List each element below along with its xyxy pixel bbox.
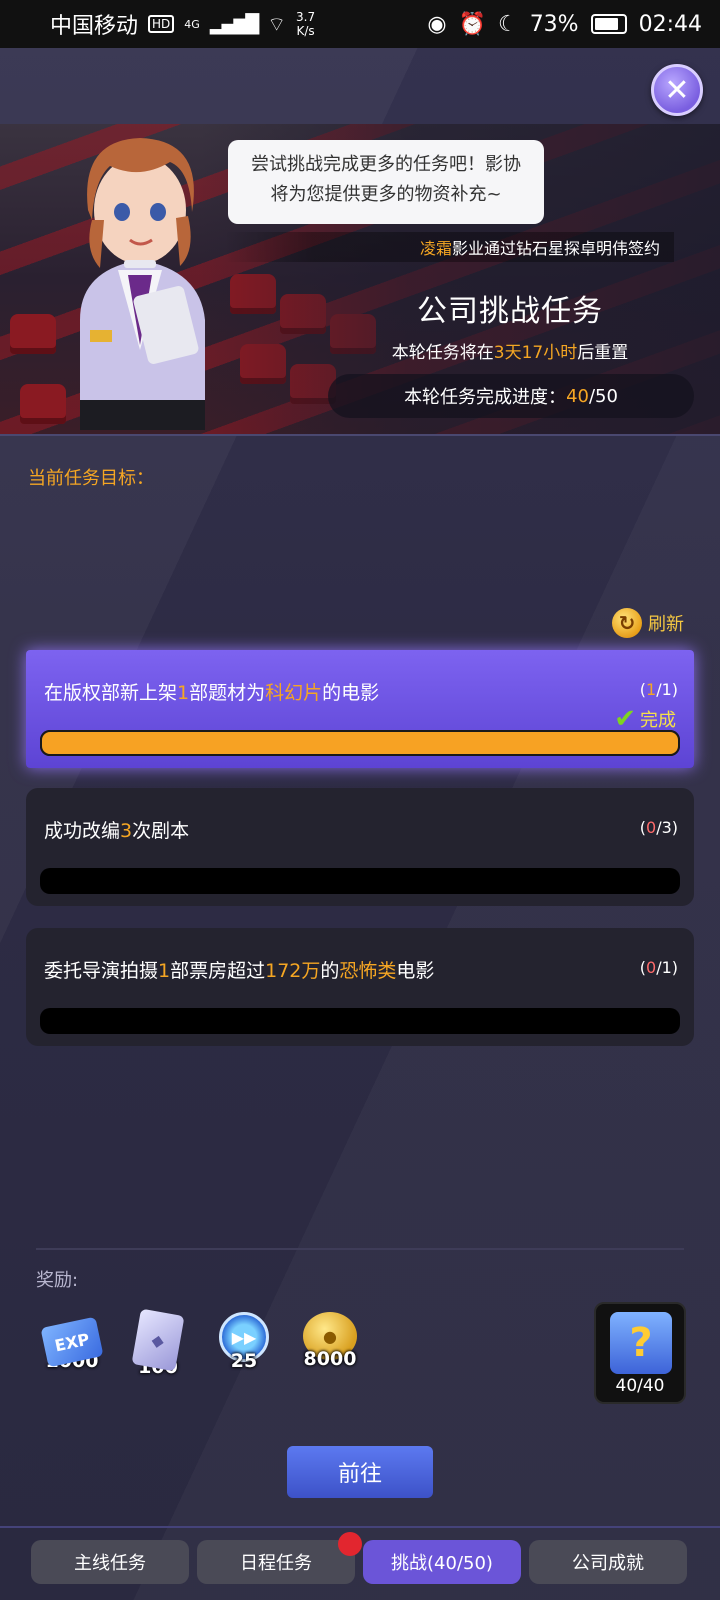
wifi-icon: ⌔	[267, 11, 286, 36]
tab-challenge[interactable]: 挑战(40/50)	[363, 1540, 521, 1584]
task-text-part: 成功改编	[44, 820, 121, 842]
round-progress: 本轮任务完成进度： 40/50	[328, 374, 694, 418]
battery-percent: 73%	[529, 11, 579, 37]
signal-icon: ▂▄▆█	[209, 13, 259, 35]
network-speed: 3.7 K/s	[296, 10, 315, 38]
page-title: 公司挑战任务	[417, 294, 603, 329]
ticker-text: 影业通过钻石星探卓明伟签约	[451, 239, 660, 258]
task-text-part: 次剧本	[132, 820, 190, 842]
objective-label: 当前任务目标：	[28, 468, 154, 489]
task-count: (0/1)	[640, 958, 678, 977]
moon-icon: ☾	[497, 11, 518, 37]
complete-label: 完成	[640, 710, 676, 731]
speech-bubble: 尝试挑战完成更多的任务吧！影协将为您提供更多的物资补充~	[228, 140, 544, 224]
count-total: /3)	[656, 818, 678, 837]
task-text-part: 在版权部新上架	[44, 682, 178, 704]
count-total: /1)	[656, 958, 678, 977]
task-text-part: 的	[320, 960, 340, 982]
close-button[interactable]: ✕	[651, 64, 703, 116]
hd-icon: HD	[148, 15, 175, 33]
speed-unit: K/s	[296, 24, 315, 38]
assistant-character-illustration	[80, 138, 205, 430]
reset-prefix: 本轮任务将在	[391, 343, 494, 363]
progress-current: 40	[566, 385, 589, 407]
task-text-part: 的电影	[322, 682, 380, 704]
task-progress-bar	[40, 1008, 680, 1034]
task-description: 成功改编3次剧本	[44, 816, 189, 843]
eye-icon: ◉	[427, 11, 447, 37]
refresh-label: 刷新	[648, 614, 684, 635]
task-highlight: 科幻片	[265, 682, 323, 704]
bottom-divider	[0, 1526, 720, 1528]
task-description: 委托导演拍摄1部票房超过172万的恐怖类电影	[44, 956, 434, 983]
close-icon: ✕	[664, 72, 690, 108]
task-progress-bar	[40, 868, 680, 894]
reward-item-exp[interactable]: EXP 1000	[36, 1312, 108, 1390]
count-current: 0	[646, 958, 657, 977]
section-divider	[36, 1248, 684, 1250]
news-ticker: 凌霜 影业通过钻石星探卓明伟签约	[224, 232, 674, 262]
task-card[interactable]: 成功改编3次剧本 (0/3)	[26, 788, 694, 906]
progress-total: /50	[588, 385, 618, 407]
gift-icon: ?	[610, 1312, 672, 1374]
speed-value: 3.7	[296, 10, 316, 24]
task-text-part: 委托导演拍摄	[44, 960, 159, 982]
count-total: /1)	[656, 680, 678, 699]
refresh-button[interactable]: ↻ 刷新	[612, 608, 684, 638]
task-highlight: 恐怖类	[339, 960, 397, 982]
count-current: 0	[646, 818, 657, 837]
reward-item-speedup[interactable]: ▶▶ 25	[208, 1312, 280, 1390]
reward-amount: 8000	[303, 1348, 357, 1370]
notification-dot	[338, 1532, 362, 1556]
carrier-label: 中国移动	[50, 14, 139, 39]
status-bar: 中国移动 HD 4G ▂▄▆█ ⌔ 3.7 K/s ◉ ⏰ ☾ 73% 02:4…	[0, 0, 720, 48]
reward-item-card[interactable]: ◆ 100	[122, 1308, 194, 1390]
count-current: 1	[646, 680, 657, 699]
reward-amount: 25	[230, 1350, 258, 1372]
clock-time: 02:44	[638, 11, 702, 37]
reset-suffix: 后重置	[577, 343, 629, 363]
reset-time: 3天17小时	[493, 343, 578, 363]
go-button[interactable]: 前往	[287, 1446, 433, 1498]
alarm-icon: ⏰	[458, 11, 486, 37]
tab-main-tasks[interactable]: 主线任务	[31, 1540, 189, 1584]
ticker-name: 凌霜	[419, 239, 452, 258]
reset-countdown: 本轮任务将在3天17小时后重置	[340, 338, 680, 363]
task-card[interactable]: 委托导演拍摄1部票房超过172万的恐怖类电影 (0/1)	[26, 928, 694, 1046]
tab-daily-tasks[interactable]: 日程任务	[197, 1540, 355, 1584]
task-count: (0/3)	[640, 818, 678, 837]
battery-icon	[590, 14, 627, 34]
gift-count: 40/40	[615, 1376, 665, 1396]
task-progress-bar	[40, 730, 680, 756]
task-count: (1/1)	[640, 680, 678, 699]
task-progress-fill	[40, 730, 680, 756]
tab-company-achievements[interactable]: 公司成就	[529, 1540, 687, 1584]
refresh-icon: ↻	[612, 608, 642, 638]
task-highlight: 172万	[265, 960, 321, 982]
reward-item-gold[interactable]: ● 8000	[294, 1312, 366, 1390]
rewards-label: 奖励:	[36, 1270, 79, 1291]
task-highlight: 1	[177, 682, 190, 704]
network-type: 4G	[184, 17, 200, 31]
task-text-part: 部票房超过	[170, 960, 266, 982]
mystery-gift-box[interactable]: ? 40/40	[594, 1302, 686, 1404]
task-description: 在版权部新上架1部题材为科幻片的电影	[44, 678, 379, 705]
progress-label: 本轮任务完成进度：	[404, 387, 567, 408]
task-highlight: 1	[158, 960, 171, 982]
task-highlight: 3	[120, 820, 133, 842]
task-text-part: 部题材为	[189, 682, 266, 704]
task-card[interactable]: 在版权部新上架1部题材为科幻片的电影 (1/1) ✔ 完成	[26, 650, 694, 768]
task-text-part: 电影	[396, 960, 435, 982]
